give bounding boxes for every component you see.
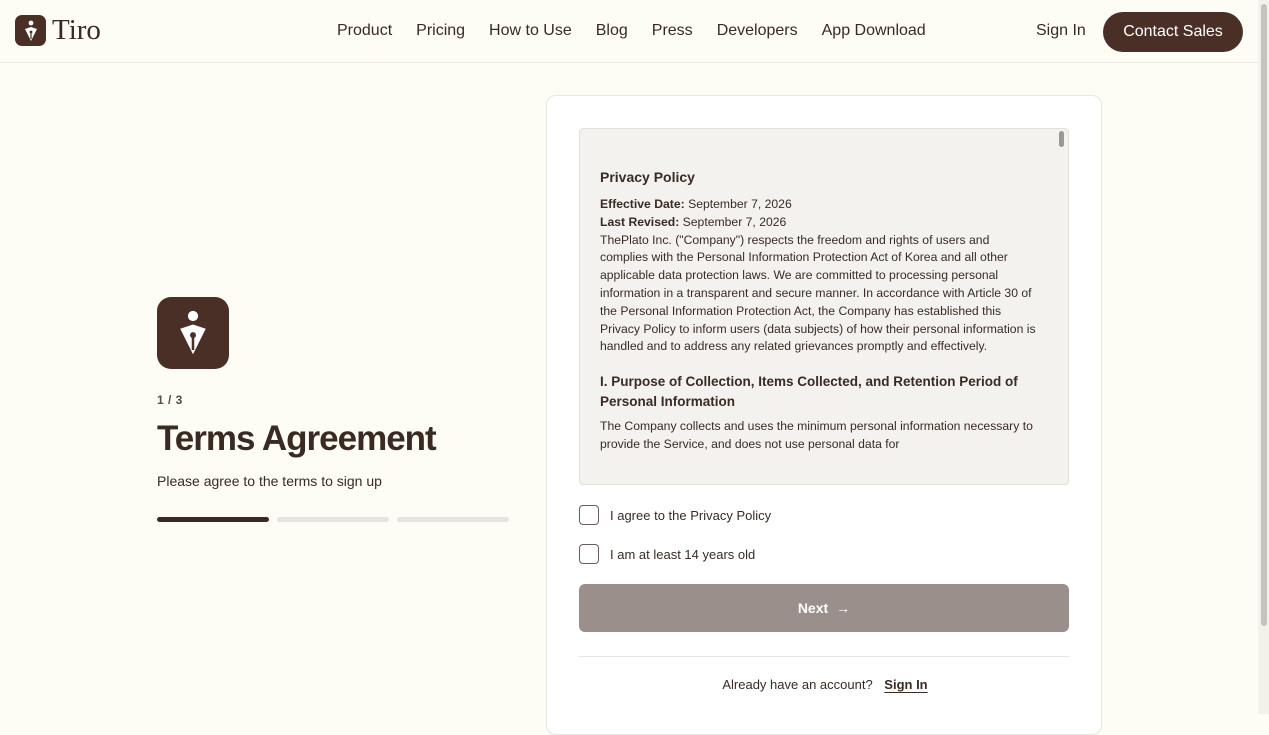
nav-developers[interactable]: Developers — [717, 20, 798, 42]
age-confirm-label[interactable]: I am at least 14 years old — [610, 547, 755, 562]
pen-nib-icon — [157, 297, 229, 369]
policy-last-revised: Last Revised: September 7, 2026 — [600, 214, 787, 229]
signup-intro: 1 / 3 Terms Agreement Please agree to th… — [157, 297, 517, 522]
policy-heading: Privacy Policy — [600, 169, 695, 185]
policy-effective-date: Effective Date: September 7, 2026 — [600, 197, 792, 211]
sign-in-link-bottom[interactable]: Sign In — [884, 677, 927, 692]
terms-card: Privacy Policy Effective Date: September… — [546, 95, 1102, 735]
pen-nib-icon — [15, 15, 46, 46]
page-subtitle: Please agree to the terms to sign up — [157, 473, 382, 489]
age-confirm-row[interactable]: I am at least 14 years old — [579, 544, 755, 564]
nav-blog[interactable]: Blog — [596, 20, 628, 42]
progress-segment-1 — [157, 517, 269, 522]
step-progress-bar — [157, 517, 517, 522]
privacy-policy-content: Privacy Policy Effective Date: September… — [600, 169, 1040, 454]
next-button-label: Next — [797, 600, 829, 616]
policy-section-title: I. Purpose of Collection, Items Collecte… — [600, 374, 1018, 410]
progress-segment-2 — [277, 517, 389, 522]
privacy-agree-checkbox[interactable] — [579, 505, 599, 525]
signin-prompt: Already have an account? Sign In — [547, 677, 1103, 692]
nav-pricing[interactable]: Pricing — [416, 20, 465, 42]
top-nav-bar: Tiro Product Pricing How to Use Blog Pre… — [0, 0, 1258, 63]
terms-scrollbar-thumb[interactable] — [1059, 131, 1064, 147]
privacy-policy-scroll-box[interactable]: Privacy Policy Effective Date: September… — [579, 128, 1069, 485]
main-nav: Product Pricing How to Use Blog Press De… — [337, 20, 950, 42]
divider — [579, 656, 1069, 657]
page-title: Terms Agreement — [157, 419, 437, 458]
arrow-right-icon: → — [836, 600, 851, 616]
age-confirm-checkbox[interactable] — [579, 544, 599, 564]
nav-press[interactable]: Press — [652, 20, 693, 42]
policy-intro: ThePlato Inc. ("Company") respects the f… — [600, 232, 1036, 354]
contact-sales-button[interactable]: Contact Sales — [1103, 12, 1243, 52]
step-indicator: 1 / 3 — [157, 393, 183, 407]
next-button[interactable]: Next → — [579, 584, 1069, 632]
page-scrollbar-thumb[interactable] — [1261, 4, 1267, 626]
brand-logo[interactable]: Tiro — [15, 15, 101, 46]
privacy-agree-label[interactable]: I agree to the Privacy Policy — [610, 508, 771, 523]
nav-product[interactable]: Product — [337, 20, 392, 42]
brand-name: Tiro — [52, 14, 101, 46]
progress-segment-3 — [397, 517, 509, 522]
nav-how-to-use[interactable]: How to Use — [489, 20, 572, 42]
policy-section-body: The Company collects and uses the minimu… — [600, 419, 1033, 451]
privacy-agree-row[interactable]: I agree to the Privacy Policy — [579, 505, 771, 525]
sign-in-link[interactable]: Sign In — [1036, 20, 1086, 42]
nav-app-download[interactable]: App Download — [822, 20, 926, 42]
already-account-text: Already have an account? — [722, 677, 873, 692]
